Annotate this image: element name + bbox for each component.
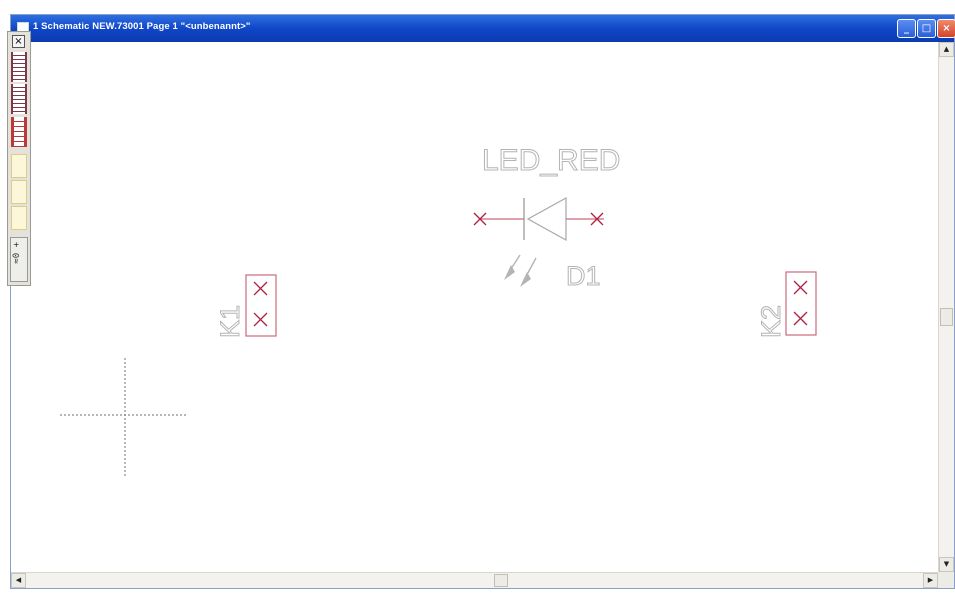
tool-palette: × ≈0 + [7,31,31,286]
schematic-canvas[interactable]: LED_RED D1 K1 K2 [0,0,955,600]
k2-pin-1-marker[interactable] [793,280,808,295]
net-tool-button[interactable] [11,117,27,147]
led-symbol[interactable]: LED_RED D1 [473,144,621,292]
connector-k1[interactable]: K1 [215,274,277,339]
led-triangle [526,196,567,242]
led-reference-label: D1 [566,261,601,291]
palette-footer[interactable]: ≈0 + [10,237,28,282]
led-value-label: LED_RED [482,144,620,177]
palette-close-button[interactable]: × [12,35,25,48]
wire-tool-button[interactable] [11,52,27,82]
k2-reference-label: K2 [756,305,786,338]
k1-pin-1-marker[interactable] [253,281,268,296]
k1-reference-label: K1 [215,305,245,338]
k1-pin-2-marker[interactable] [253,312,268,327]
text-tool-button[interactable] [11,180,27,204]
connector-k2[interactable]: K2 [756,271,817,339]
k2-pin-2-marker[interactable] [793,311,808,326]
led-emission-arrows [504,254,537,287]
crosshair-cursor [60,358,186,478]
bus-tool-button[interactable] [11,84,27,114]
k1-body [245,274,277,337]
k2-body [785,271,817,336]
palette-footer-label: ≈0 + [12,242,22,264]
label-tool-button[interactable] [11,154,27,178]
graphic-tool-button[interactable] [11,206,27,230]
